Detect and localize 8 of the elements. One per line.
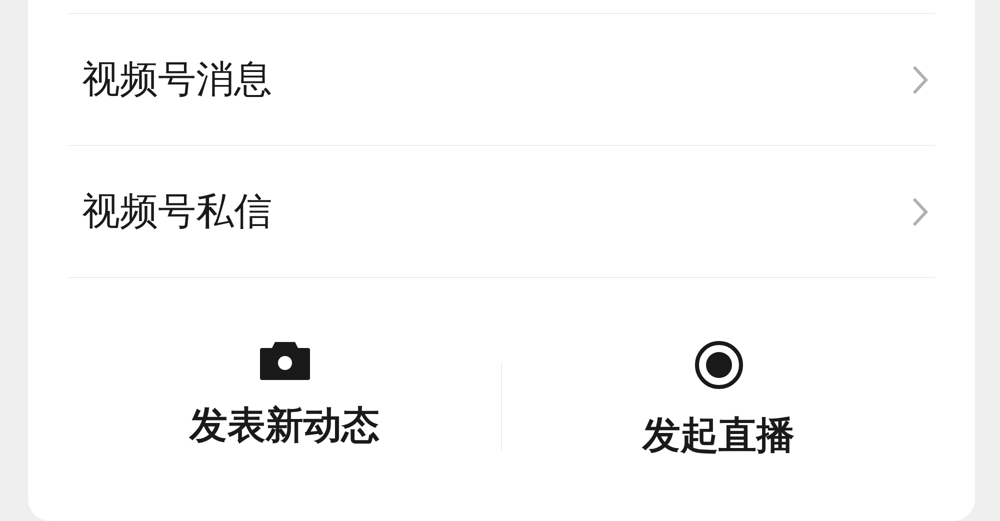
menu-item-label[interactable]: 视频号消息 <box>82 54 272 105</box>
record-icon <box>694 340 744 390</box>
action-button[interactable]: 发起直播 <box>502 340 935 461</box>
chevron-right-icon <box>911 64 929 96</box>
chevron-right-icon <box>911 196 929 228</box>
menu-item-label[interactable]: 视频号私信 <box>82 186 272 237</box>
action-button[interactable]: 发表新动态 <box>68 340 501 461</box>
camera-icon <box>260 340 310 380</box>
